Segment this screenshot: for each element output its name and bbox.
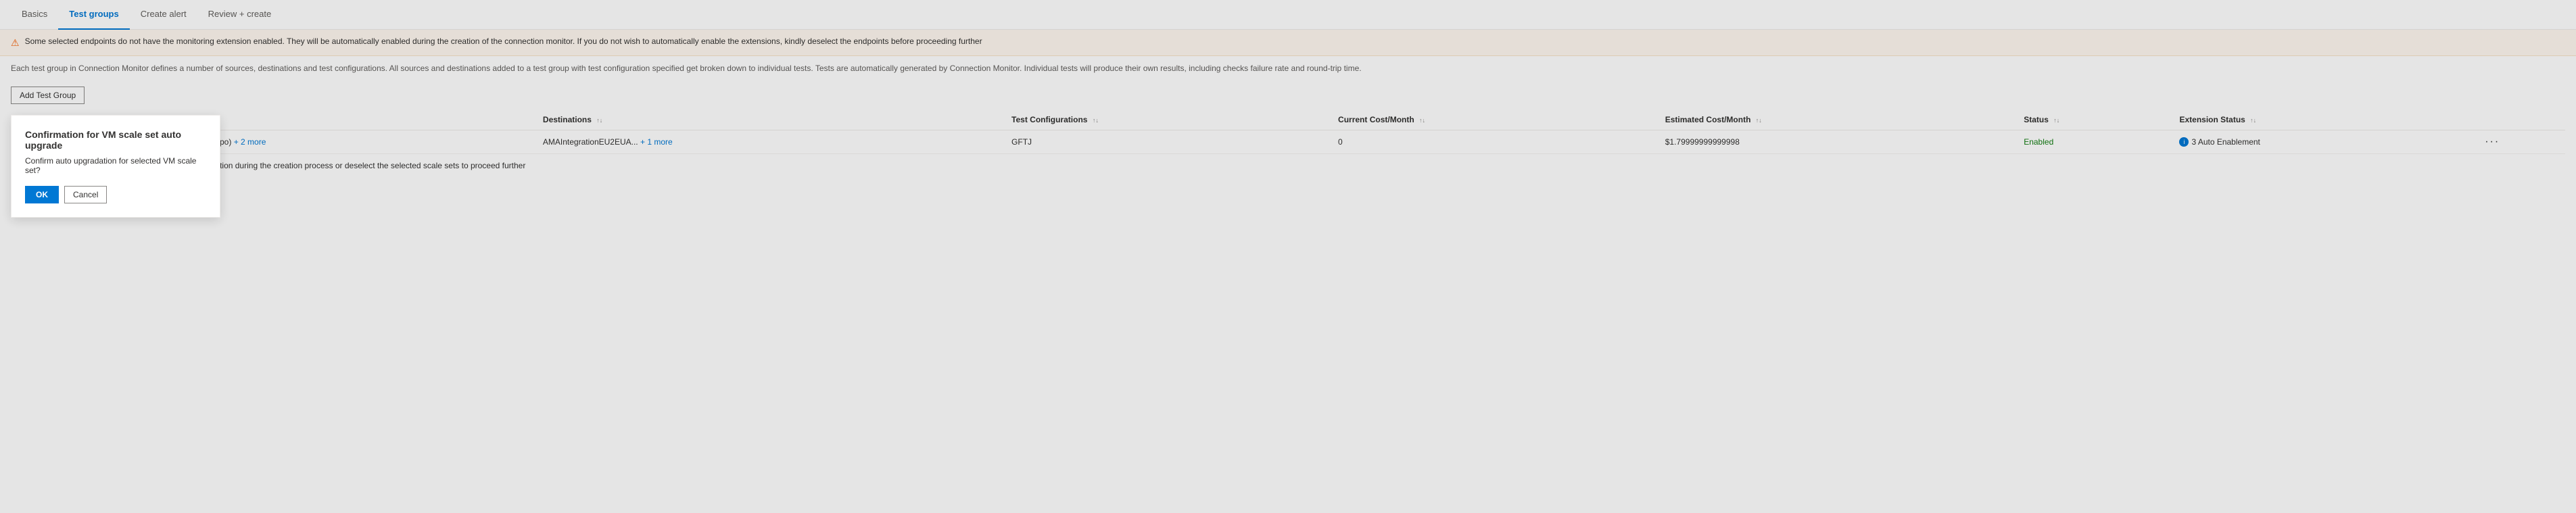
modal-dialog: Confirmation for VM scale set auto upgra… [11, 115, 220, 218]
modal-body: Confirm auto upgradation for selected VM… [25, 156, 206, 175]
modal-overlay: Confirmation for VM scale set auto upgra… [0, 0, 2576, 513]
modal-title: Confirmation for VM scale set auto upgra… [25, 129, 206, 151]
modal-buttons: OK Cancel [25, 186, 206, 203]
modal-cancel-button[interactable]: Cancel [64, 186, 107, 203]
modal-ok-button[interactable]: OK [25, 186, 59, 203]
